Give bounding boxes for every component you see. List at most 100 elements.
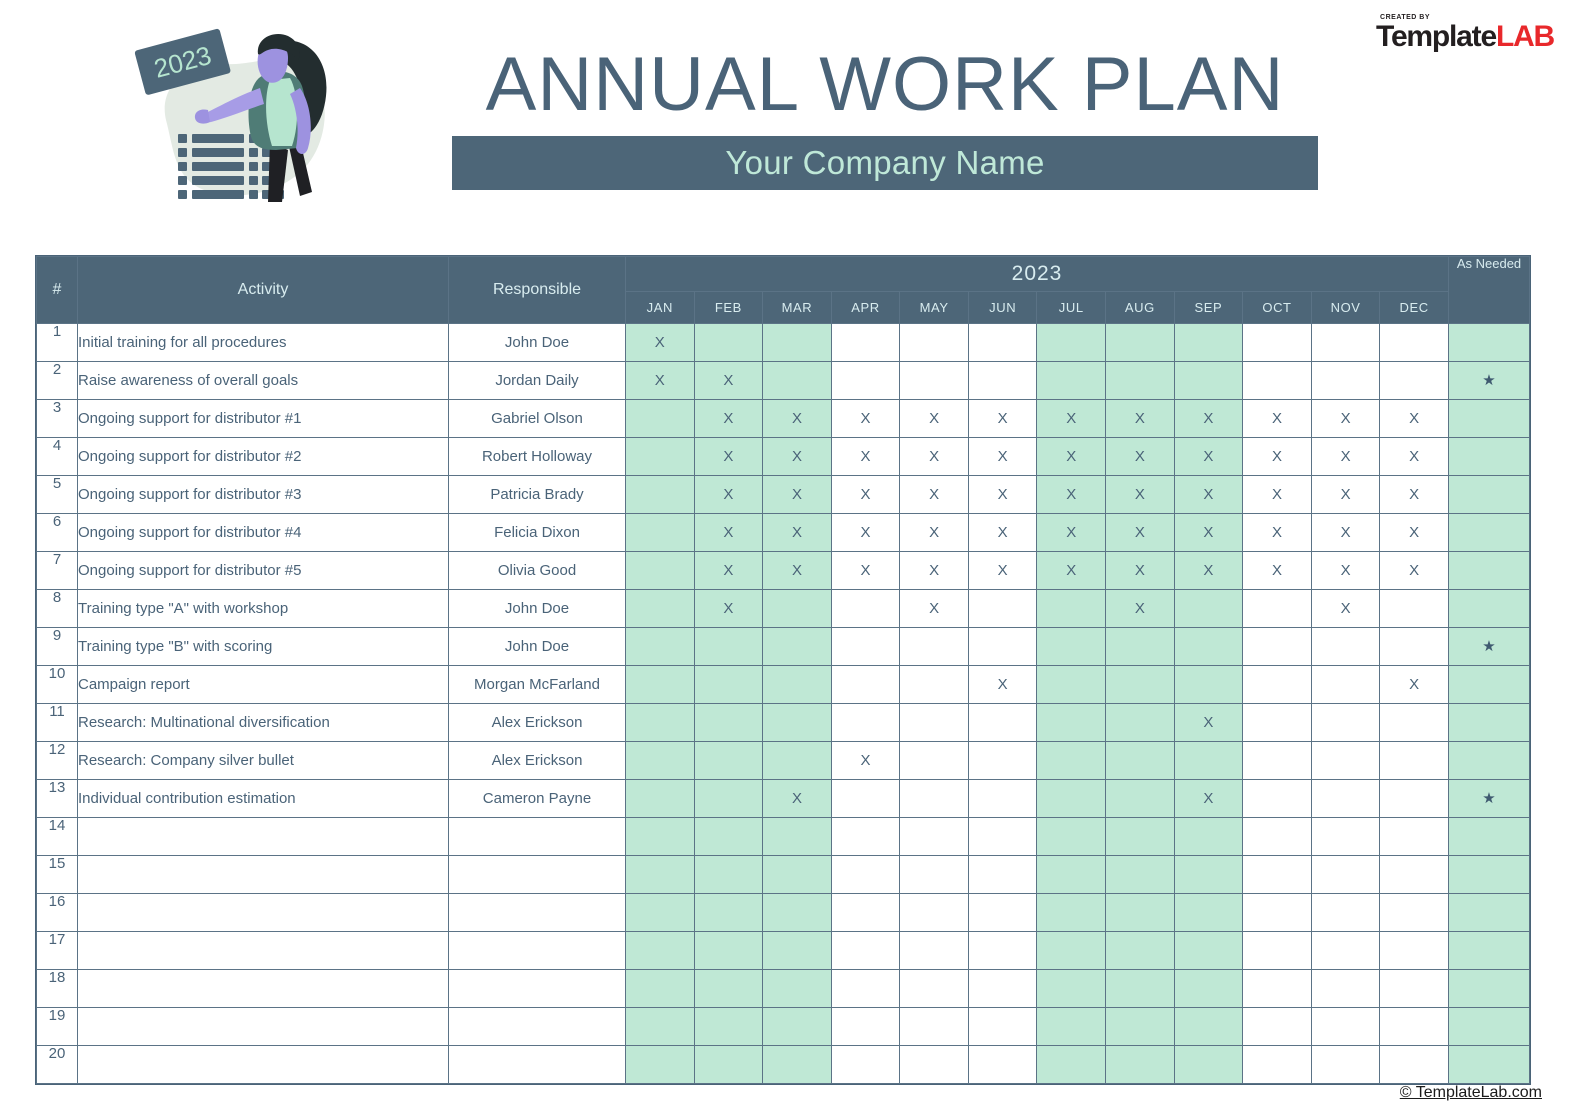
company-name-bar[interactable]: Your Company Name: [452, 136, 1318, 191]
month-cell-may[interactable]: [899, 1045, 969, 1084]
month-cell-aug[interactable]: [1105, 817, 1175, 856]
month-cell-sep[interactable]: [1173, 893, 1244, 932]
month-cell-jun[interactable]: X: [967, 551, 1038, 590]
responsible-cell[interactable]: John Doe: [448, 589, 626, 628]
month-cell-mar[interactable]: X: [762, 513, 832, 552]
column-header-month-apr[interactable]: APR: [830, 291, 901, 324]
month-cell-jun[interactable]: [967, 931, 1038, 970]
responsible-cell[interactable]: Jordan Daily: [448, 361, 626, 400]
as-needed-cell[interactable]: [1448, 437, 1530, 476]
month-cell-jul[interactable]: X: [1036, 475, 1107, 514]
activity-cell[interactable]: [77, 817, 449, 856]
month-cell-sep[interactable]: [1173, 1007, 1244, 1046]
month-cell-mar[interactable]: [762, 665, 832, 704]
responsible-cell[interactable]: Alex Erickson: [448, 741, 626, 780]
as-needed-cell[interactable]: [1448, 589, 1530, 628]
column-header-month-jan[interactable]: JAN: [625, 291, 695, 324]
activity-cell[interactable]: Ongoing support for distributor #1: [77, 399, 449, 438]
month-cell-oct[interactable]: [1242, 627, 1312, 666]
month-cell-oct[interactable]: [1242, 1045, 1312, 1084]
activity-cell[interactable]: Ongoing support for distributor #5: [77, 551, 449, 590]
month-cell-apr[interactable]: [830, 703, 901, 742]
month-cell-may[interactable]: [899, 361, 969, 400]
month-cell-dec[interactable]: X: [1379, 437, 1449, 476]
month-cell-sep[interactable]: X: [1173, 475, 1244, 514]
month-cell-mar[interactable]: X: [762, 475, 832, 514]
month-cell-jan[interactable]: [625, 665, 695, 704]
month-cell-dec[interactable]: [1379, 855, 1449, 894]
activity-cell[interactable]: Individual contribution estimation: [77, 779, 449, 818]
month-cell-dec[interactable]: X: [1379, 513, 1449, 552]
month-cell-mar[interactable]: [762, 969, 832, 1008]
month-cell-apr[interactable]: X: [830, 551, 901, 590]
month-cell-dec[interactable]: [1379, 931, 1449, 970]
month-cell-mar[interactable]: [762, 703, 832, 742]
month-cell-sep[interactable]: [1173, 931, 1244, 970]
as-needed-cell[interactable]: [1448, 1045, 1530, 1084]
as-needed-cell[interactable]: [1448, 969, 1530, 1008]
month-cell-jan[interactable]: [625, 855, 695, 894]
column-header-month-aug[interactable]: AUG: [1105, 291, 1175, 324]
month-cell-jul[interactable]: X: [1036, 437, 1107, 476]
responsible-cell[interactable]: John Doe: [448, 627, 626, 666]
month-cell-may[interactable]: [899, 817, 969, 856]
month-cell-nov[interactable]: [1310, 361, 1381, 400]
month-cell-feb[interactable]: [693, 703, 764, 742]
month-cell-apr[interactable]: [830, 665, 901, 704]
responsible-cell[interactable]: John Doe: [448, 323, 626, 362]
responsible-cell[interactable]: [448, 1007, 626, 1046]
month-cell-may[interactable]: [899, 741, 969, 780]
month-cell-mar[interactable]: [762, 741, 832, 780]
month-cell-mar[interactable]: [762, 323, 832, 362]
month-cell-nov[interactable]: [1310, 779, 1381, 818]
month-cell-aug[interactable]: [1105, 779, 1175, 818]
activity-cell[interactable]: Ongoing support for distributor #4: [77, 513, 449, 552]
as-needed-cell[interactable]: [1448, 399, 1530, 438]
month-cell-oct[interactable]: [1242, 589, 1312, 628]
month-cell-jun[interactable]: [967, 817, 1038, 856]
as-needed-cell[interactable]: [1448, 475, 1530, 514]
month-cell-dec[interactable]: [1379, 703, 1449, 742]
month-cell-jul[interactable]: [1036, 855, 1107, 894]
month-cell-nov[interactable]: X: [1310, 475, 1381, 514]
month-cell-mar[interactable]: X: [762, 399, 832, 438]
month-cell-sep[interactable]: [1173, 665, 1244, 704]
month-cell-dec[interactable]: [1379, 1045, 1449, 1084]
month-cell-apr[interactable]: X: [830, 741, 901, 780]
activity-cell[interactable]: Raise awareness of overall goals: [77, 361, 449, 400]
as-needed-cell[interactable]: [1448, 551, 1530, 590]
month-cell-dec[interactable]: [1379, 589, 1449, 628]
responsible-cell[interactable]: [448, 969, 626, 1008]
month-cell-sep[interactable]: X: [1173, 399, 1244, 438]
month-cell-aug[interactable]: X: [1105, 475, 1175, 514]
month-cell-may[interactable]: X: [899, 475, 969, 514]
month-cell-aug[interactable]: X: [1105, 513, 1175, 552]
month-cell-mar[interactable]: X: [762, 551, 832, 590]
month-cell-jan[interactable]: [625, 551, 695, 590]
month-cell-sep[interactable]: [1173, 817, 1244, 856]
month-cell-mar[interactable]: [762, 627, 832, 666]
month-cell-jul[interactable]: [1036, 779, 1107, 818]
as-needed-cell[interactable]: [1448, 741, 1530, 780]
month-cell-may[interactable]: X: [899, 513, 969, 552]
month-cell-dec[interactable]: [1379, 627, 1449, 666]
column-header-month-mar[interactable]: MAR: [762, 291, 832, 324]
month-cell-sep[interactable]: [1173, 627, 1244, 666]
month-cell-jun[interactable]: [967, 589, 1038, 628]
month-cell-jan[interactable]: [625, 779, 695, 818]
month-cell-may[interactable]: [899, 323, 969, 362]
month-cell-feb[interactable]: [693, 779, 764, 818]
month-cell-oct[interactable]: [1242, 703, 1312, 742]
month-cell-feb[interactable]: [693, 817, 764, 856]
month-cell-apr[interactable]: [830, 817, 901, 856]
column-header-as-needed[interactable]: As Needed: [1448, 256, 1530, 324]
activity-cell[interactable]: Ongoing support for distributor #2: [77, 437, 449, 476]
month-cell-aug[interactable]: [1105, 855, 1175, 894]
as-needed-cell[interactable]: [1448, 855, 1530, 894]
activity-cell[interactable]: Training type "A" with workshop: [77, 589, 449, 628]
month-cell-aug[interactable]: [1105, 627, 1175, 666]
month-cell-aug[interactable]: [1105, 931, 1175, 970]
activity-cell[interactable]: [77, 1045, 449, 1084]
month-cell-dec[interactable]: [1379, 817, 1449, 856]
responsible-cell[interactable]: [448, 1045, 626, 1084]
